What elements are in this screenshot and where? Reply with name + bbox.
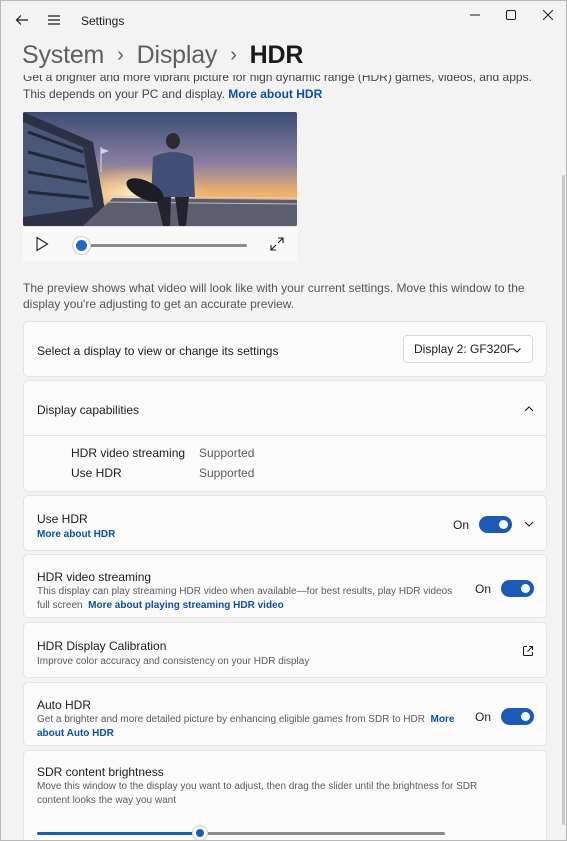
hamburger-icon (48, 15, 60, 25)
capability-name: Use HDR (71, 466, 122, 480)
minimize-icon (469, 14, 480, 16)
display-capabilities-card: Display capabilities HDR video streaming… (23, 380, 547, 492)
capability-name: HDR video streaming (71, 446, 186, 460)
use-hdr-toggle[interactable] (479, 516, 512, 533)
preview-image (23, 112, 297, 226)
hdr-intro: Get a brighter and more vibrant picture … (23, 75, 543, 103)
capability-value: Supported (199, 466, 255, 480)
use-hdr-more-link[interactable]: More about HDR (37, 529, 115, 540)
expand-icon[interactable] (269, 236, 285, 252)
title-bar: Settings (1, 1, 566, 39)
hdr-video-preview (23, 112, 297, 226)
play-icon[interactable] (35, 236, 49, 252)
display-select-card: Select a display to view or change its s… (23, 321, 547, 377)
auto-hdr-desc: Get a brighter and more detailed picture… (37, 713, 467, 741)
use-hdr-card[interactable]: Use HDR More about HDR On (23, 495, 547, 551)
sdr-brightness-card: SDR content brightness Move this window … (23, 750, 547, 840)
auto-hdr-toggle-label: On (475, 710, 492, 724)
back-arrow-icon (15, 15, 28, 25)
sdr-brightness-desc: Move this window to the display you want… (37, 781, 478, 806)
hdr-streaming-more-link[interactable]: More about playing streaming HDR video (88, 600, 284, 611)
display-dropdown[interactable]: Display 2: GF320F (403, 335, 533, 363)
settings-window: Settings System › Display › HDR Get a br… (0, 0, 567, 841)
auto-hdr-toggle[interactable] (501, 708, 534, 725)
use-hdr-toggle-label: On (453, 518, 470, 532)
hdr-calibration-card[interactable]: HDR Display Calibration Improve color ac… (23, 622, 547, 678)
breadcrumb-display[interactable]: Display (137, 41, 218, 70)
preview-note: The preview shows what video will look l… (23, 281, 525, 311)
back-button[interactable] (7, 5, 37, 35)
video-seek-track[interactable] (81, 244, 247, 247)
hdr-calibration-title: HDR Display Calibration (37, 639, 167, 653)
capabilities-header[interactable]: Display capabilities (24, 381, 546, 436)
breadcrumb-separator-icon: › (117, 43, 124, 66)
hdr-streaming-title: HDR video streaming (37, 570, 152, 584)
sdr-brightness-title: SDR content brightness (37, 765, 164, 779)
sdr-brightness-fill[interactable] (37, 832, 201, 835)
hdr-streaming-desc: This display can play streaming HDR vide… (37, 585, 467, 613)
capabilities-title: Display capabilities (37, 403, 140, 417)
scrollbar[interactable] (562, 175, 565, 825)
video-seek-thumb[interactable] (72, 236, 91, 255)
video-controls (23, 226, 297, 261)
page-title: HDR (249, 40, 304, 69)
capability-value: Supported (199, 446, 255, 460)
app-title: Settings (81, 14, 125, 28)
display-select-label: Select a display to view or change its s… (37, 344, 279, 358)
minimize-button[interactable] (456, 1, 493, 29)
menu-button[interactable] (39, 5, 69, 35)
auto-hdr-title: Auto HDR (37, 698, 92, 712)
use-hdr-title: Use HDR (37, 512, 88, 526)
auto-hdr-card: Auto HDR Get a brighter and more detaile… (23, 682, 547, 746)
display-dropdown-value: Display 2: GF320F (414, 342, 515, 356)
sdr-brightness-thumb[interactable] (192, 825, 209, 840)
maximize-icon (505, 10, 516, 20)
breadcrumb: System › Display › HDR (22, 37, 303, 73)
open-external-icon[interactable] (522, 645, 534, 657)
hdr-streaming-toggle-label: On (475, 582, 492, 596)
auto-hdr-desc-text: Get a brighter and more detailed picture… (37, 714, 425, 725)
chevron-down-icon[interactable] (523, 518, 535, 530)
settings-content: Get a brighter and more vibrant picture … (1, 75, 566, 840)
more-about-hdr-link[interactable]: More about HDR (228, 87, 322, 101)
sdr-brightness-track[interactable] (200, 832, 445, 835)
hdr-streaming-toggle[interactable] (501, 580, 534, 597)
breadcrumb-system[interactable]: System (22, 41, 104, 70)
use-hdr-sub: More about HDR (37, 528, 115, 542)
maximize-button[interactable] (492, 1, 529, 29)
breadcrumb-separator-icon: › (230, 43, 237, 66)
chevron-up-icon (524, 406, 534, 412)
hdr-streaming-card: HDR video streaming This display can pla… (23, 554, 547, 618)
close-icon (542, 10, 553, 20)
hdr-calibration-desc: Improve color accuracy and consistency o… (37, 656, 310, 667)
close-button[interactable] (529, 1, 566, 29)
chevron-down-icon (513, 348, 521, 353)
